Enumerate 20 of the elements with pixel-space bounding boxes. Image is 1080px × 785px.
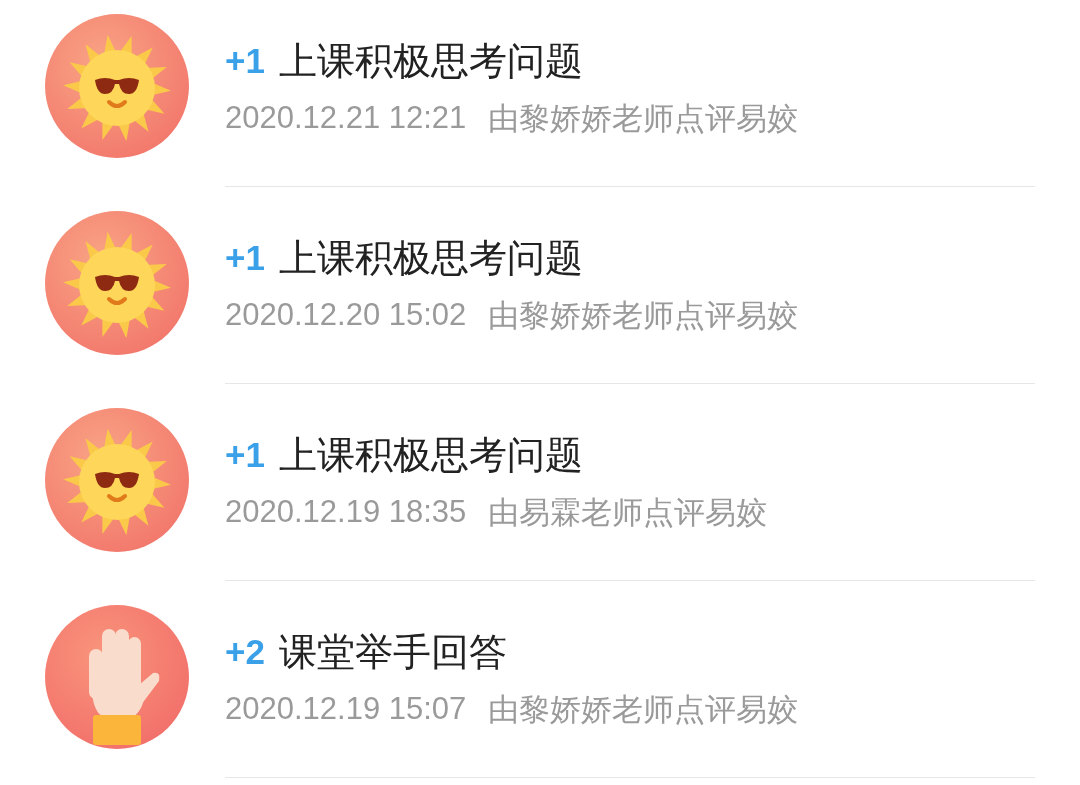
record-time: 2020.12.19 18:35	[225, 492, 467, 531]
record-time: 2020.12.21 12:21	[225, 98, 467, 137]
points-value: +2	[225, 630, 265, 673]
record-note: 由黎娇娇老师点评易姣	[488, 295, 799, 335]
record-title: 上课积极思考问题	[278, 37, 583, 85]
record-time: 2020.12.19 15:07	[225, 689, 467, 728]
sun-with-sunglasses-icon	[45, 408, 189, 552]
record-note: 由黎娇娇老师点评易姣	[488, 98, 799, 138]
points-value: +1	[225, 236, 265, 279]
record-time: 2020.12.20 15:02	[225, 295, 467, 334]
record-title: 上课积极思考问题	[278, 431, 583, 479]
sun-with-sunglasses-icon	[45, 14, 189, 158]
record-note: 由易霖老师点评易姣	[488, 492, 768, 532]
points-value: +1	[225, 433, 265, 476]
record-title: 课堂举手回答	[278, 628, 507, 676]
record-title: 上课积极思考问题	[278, 234, 583, 282]
points-value: +1	[225, 39, 265, 82]
record-note: 由黎娇娇老师点评易姣	[488, 689, 799, 729]
raised-hand-icon	[45, 605, 189, 749]
sun-with-sunglasses-icon	[45, 211, 189, 355]
